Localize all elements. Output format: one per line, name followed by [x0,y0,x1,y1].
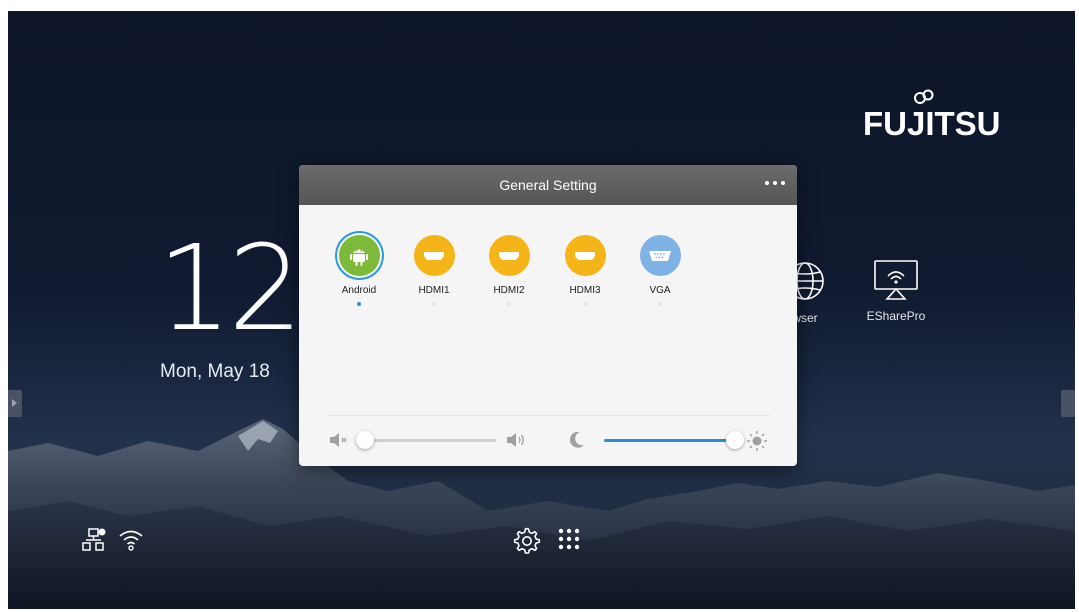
dialog-divider [327,415,771,416]
more-options-icon[interactable] [765,181,787,189]
app-esharepro[interactable]: ESharePro [856,259,936,323]
source-label: HDMI2 [493,285,525,296]
source-icon-circle [488,235,530,276]
source-vga[interactable]: VGA [630,235,690,306]
source-icon-circle [564,235,606,276]
clock-date: Mon, May 18 [160,361,270,382]
hdmi-icon [499,251,519,260]
source-label: HDMI3 [569,285,601,296]
hdmi-icon [575,251,595,260]
clock-time: 12 [157,219,303,357]
brightness-fill [604,439,735,442]
source-indicator-dot [507,302,511,306]
moon-icon [569,431,584,448]
source-indicator-dot [583,302,587,306]
fujitsu-logo: FUJITSU [863,89,1001,149]
dialog-title: General Setting [499,177,597,193]
vga-icon [649,250,671,261]
wifi-icon[interactable] [118,528,144,552]
volume-track [356,439,496,442]
hdmi-icon [424,251,444,260]
source-label: Android [341,285,377,296]
dialog-header: General Setting [299,165,797,205]
volume-slider[interactable] [356,431,496,449]
ethernet-icon[interactable] [82,528,108,552]
volume-mute-icon [330,433,347,447]
brand-name: FUJITSU [863,105,1001,142]
volume-knob[interactable] [356,431,374,449]
app-grid-icon[interactable] [557,527,581,551]
app-label: ESharePro [866,309,926,323]
source-hdmi2[interactable]: HDMI2 [479,235,539,306]
source-icon-circle [639,235,681,276]
source-indicator-dot [658,302,662,306]
general-setting-dialog: General Setting Android HDMI1 HDMI2 HDMI… [299,165,797,466]
sun-icon [747,431,767,451]
source-hdmi3[interactable]: HDMI3 [555,235,615,306]
source-label: VGA [649,285,671,296]
android-icon [350,249,368,266]
screen-cast-icon [874,260,918,300]
source-label: HDMI1 [418,285,450,296]
volume-up-icon [507,433,524,447]
source-icon-circle [338,235,380,276]
source-hdmi1[interactable]: HDMI1 [404,235,464,306]
settings-gear-icon[interactable] [513,527,541,555]
source-indicator-dot [432,302,436,306]
brightness-knob[interactable] [726,431,744,449]
brightness-slider[interactable] [604,431,744,449]
source-indicator-dot [357,302,361,306]
right-panel-tab[interactable] [1061,390,1075,417]
source-android[interactable]: Android [329,235,389,306]
chevron-right-icon [12,399,17,407]
left-panel-tab[interactable] [8,390,22,417]
source-icon-circle [413,235,455,276]
